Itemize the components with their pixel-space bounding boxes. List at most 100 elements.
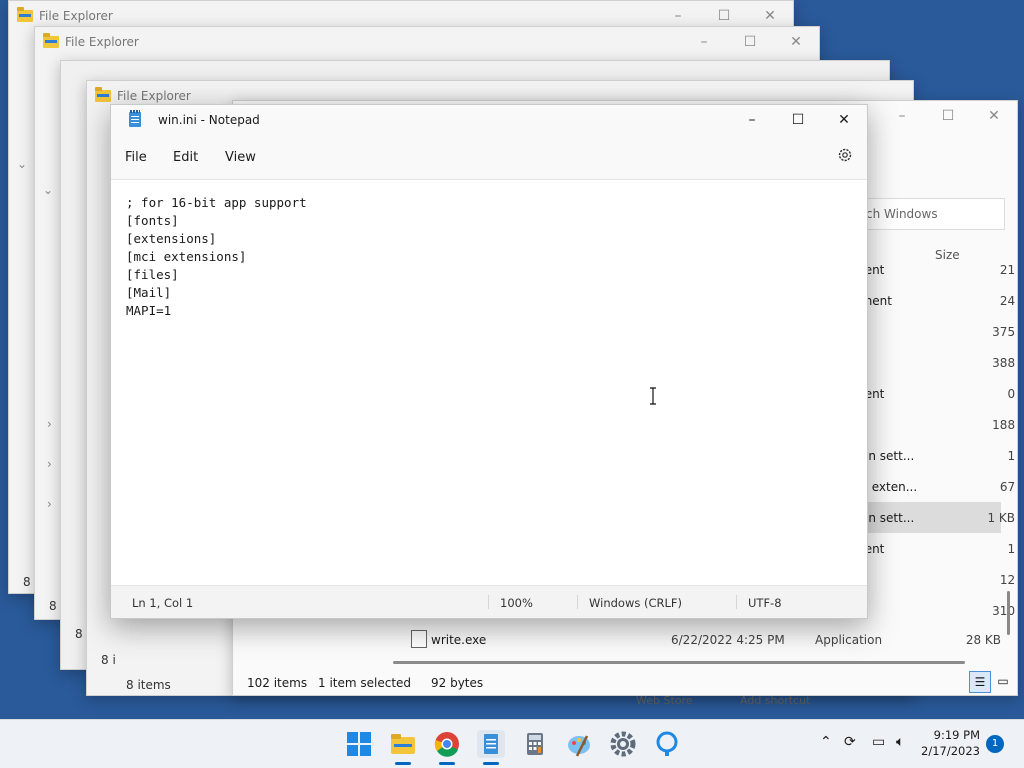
- file-type: ment: [853, 386, 885, 401]
- file-size: 28 KB: [965, 633, 1001, 647]
- network-icon[interactable]: ▭: [872, 734, 885, 750]
- maximize-button[interactable]: ☐: [727, 27, 773, 57]
- notification-badge[interactable]: 1: [986, 735, 1004, 753]
- minimize-button[interactable]: –: [681, 27, 727, 57]
- titlebar[interactable]: win.ini - Notepad – ☐ ✕: [111, 105, 867, 135]
- divider: [736, 595, 737, 609]
- folder-icon: [43, 33, 59, 48]
- menu-view[interactable]: View: [225, 150, 256, 165]
- maximize-button[interactable]: ☐: [775, 105, 821, 135]
- search-icon[interactable]: [653, 730, 681, 758]
- window-title: File Explorer: [117, 89, 191, 103]
- divider: [488, 595, 489, 609]
- start-icon[interactable]: [345, 730, 373, 758]
- exe-file-icon: [411, 630, 427, 648]
- file-size: 1 KB: [1007, 448, 1017, 463]
- menu-edit[interactable]: Edit: [173, 150, 198, 165]
- taskbar: ⌃ ⟳ ▭ 🔈︎ 9:19 PM 2/17/2023 1: [0, 719, 1024, 768]
- file-name: write.exe: [431, 633, 487, 647]
- details-view-icon[interactable]: ☰: [969, 671, 991, 693]
- active-indicator: [395, 762, 411, 765]
- write-exe-row[interactable]: write.exe 6/22/2022 4:25 PM Application …: [233, 625, 1017, 656]
- file-type: ment: [853, 262, 885, 277]
- status-bar: 102 items 1 item selected 92 bytes ☰ ▭: [233, 671, 1017, 695]
- text-cursor-icon: [650, 387, 656, 405]
- caption-buttons: – ☐ ✕: [729, 105, 867, 135]
- document-text[interactable]: ; for 16-bit app support [fonts] [extens…: [126, 194, 307, 320]
- folder-icon: [95, 87, 111, 102]
- sync-icon[interactable]: ⟳: [844, 734, 856, 750]
- maximize-button[interactable]: ☐: [925, 101, 971, 131]
- settings-icon[interactable]: [837, 147, 853, 163]
- settings-icon[interactable]: [609, 730, 637, 758]
- add-shortcut-text: Add shortcut: [740, 694, 811, 707]
- clock[interactable]: 9:19 PM 2/17/2023: [921, 727, 980, 759]
- calculator-icon[interactable]: [521, 730, 549, 758]
- horizontal-scrollbar[interactable]: [393, 661, 965, 664]
- file-type: on: [853, 356, 973, 370]
- divider: [577, 595, 578, 609]
- time: 9:19 PM: [933, 728, 980, 742]
- close-button[interactable]: ✕: [821, 105, 867, 135]
- chevron-right-icon[interactable]: ›: [47, 457, 52, 471]
- file-size: 188 KB: [992, 417, 1017, 432]
- file-type: on: [853, 325, 973, 339]
- file-size: 12 KB: [999, 572, 1017, 587]
- file-type: ment: [853, 541, 885, 556]
- file-explorer-icon[interactable]: [389, 730, 417, 758]
- file-size: 21 KB: [999, 262, 1017, 277]
- paint-icon[interactable]: [565, 730, 593, 758]
- chevron-up-icon[interactable]: ⌃: [820, 734, 832, 750]
- date: 2/17/2023: [921, 744, 980, 758]
- file-type: ument: [853, 293, 892, 308]
- minimize-button[interactable]: –: [879, 101, 925, 131]
- close-button[interactable]: ✕: [971, 101, 1017, 131]
- file-date: 6/22/2022 4:25 PM: [671, 633, 785, 647]
- status-bar: Ln 1, Col 1 100% Windows (CRLF) UTF-8: [111, 585, 867, 618]
- vertical-scrollbar[interactable]: [1007, 591, 1010, 635]
- volume-icon[interactable]: 🔈︎: [896, 734, 904, 750]
- search-placeholder: ch Windows: [866, 207, 938, 221]
- notepad-icon[interactable]: [477, 730, 505, 758]
- items-count: 8 i: [101, 653, 116, 667]
- minimize-button[interactable]: –: [729, 105, 775, 135]
- items-count: 102 items: [247, 676, 308, 690]
- search-box[interactable]: ch Windows: [855, 198, 1005, 230]
- selection-bytes: 92 bytes: [431, 676, 484, 690]
- tiles-view-icon[interactable]: ▭: [993, 671, 1013, 691]
- window-title: File Explorer: [39, 9, 113, 23]
- menu-bar: File Edit View: [111, 143, 867, 173]
- chevron-right-icon[interactable]: ›: [47, 417, 52, 431]
- file-type: on: [853, 573, 973, 587]
- file-type: on exten...: [853, 479, 918, 494]
- line-ending: Windows (CRLF): [589, 596, 683, 610]
- file-size: 388 KB: [992, 355, 1017, 370]
- encoding: UTF-8: [748, 596, 782, 610]
- file-type: on: [853, 418, 973, 432]
- file-size: 1 KB: [1007, 541, 1017, 556]
- file-size: 310 KB: [992, 603, 1017, 618]
- file-size: 24 KB: [999, 293, 1017, 308]
- window-title: File Explorer: [65, 35, 139, 49]
- zoom-level: 100%: [500, 596, 533, 610]
- menu-file[interactable]: File: [125, 150, 147, 165]
- file-size: 0 KB: [1007, 386, 1017, 401]
- chevron-down-icon[interactable]: ⌄: [43, 183, 53, 197]
- caption-buttons: – ☐ ✕: [681, 27, 819, 57]
- chevron-right-icon[interactable]: ›: [47, 497, 52, 511]
- folder-icon: [17, 7, 33, 22]
- file-type: Application: [815, 633, 883, 647]
- items-count: 8 items: [126, 678, 171, 692]
- webstore-text: Web Store: [636, 694, 693, 707]
- nav-expand-icon[interactable]: ⌄: [17, 157, 27, 171]
- close-button[interactable]: ✕: [773, 27, 819, 57]
- file-size: 1 KB: [987, 510, 1015, 525]
- text-editor[interactable]: ; for 16-bit app support [fonts] [extens…: [111, 179, 867, 586]
- caption-buttons: – ☐ ✕: [879, 101, 1017, 131]
- file-size: 375 KB: [992, 324, 1017, 339]
- file-size: 67 KB: [999, 479, 1017, 494]
- active-indicator: [483, 762, 499, 765]
- notepad-icon: [129, 110, 141, 127]
- notepad-window[interactable]: win.ini - Notepad – ☐ ✕ File Edit View ;…: [110, 104, 868, 619]
- chrome-icon[interactable]: [433, 730, 461, 758]
